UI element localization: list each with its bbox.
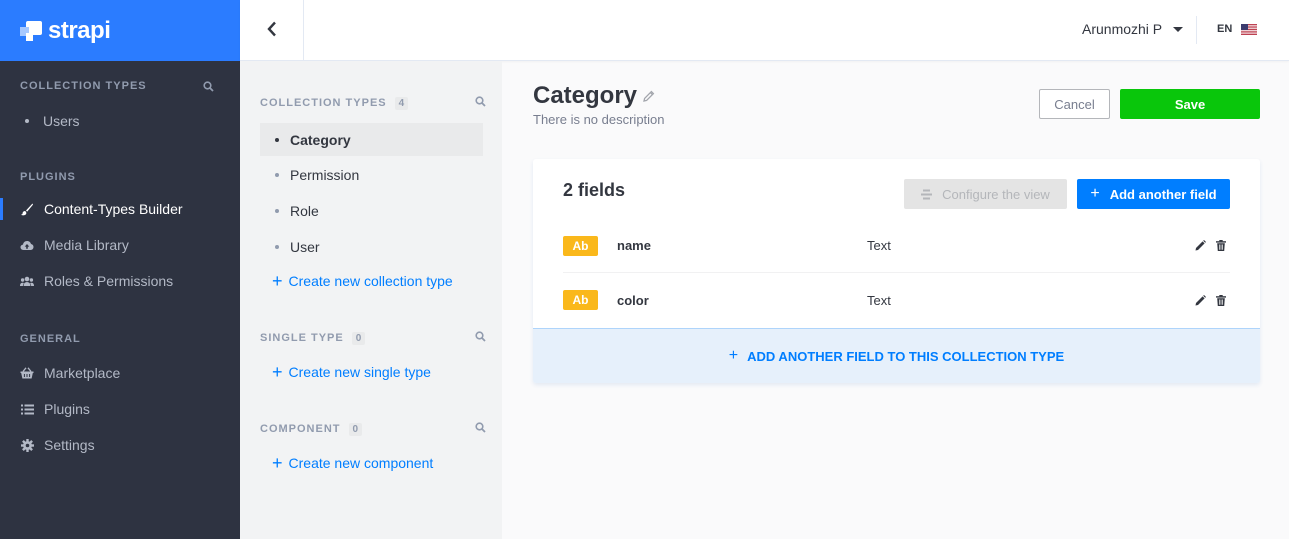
bullet-icon: [275, 244, 279, 249]
shopping-basket-icon: [20, 366, 34, 380]
plus-icon: +: [728, 347, 739, 364]
search-icon[interactable]: [203, 80, 214, 92]
page-title: Category: [533, 82, 655, 110]
fields-count: 2 fields: [563, 180, 626, 200]
create-component-link[interactable]: + Create new component: [272, 453, 433, 473]
plus-icon: +: [272, 453, 283, 473]
field-name: color: [617, 292, 649, 308]
fields-card: 2 fields Configure the view + Add anothe…: [533, 159, 1260, 383]
users-icon: [20, 274, 34, 288]
count-badge: 4: [394, 96, 409, 110]
add-field-button[interactable]: + Add another field: [1077, 179, 1230, 209]
us-flag-icon: [1241, 23, 1258, 35]
user-name: Arunmozhi P: [1082, 21, 1163, 37]
nav-section-plugins: PLUGINS Content-Types Builder Media Libr…: [0, 167, 240, 299]
nav-item-media-library[interactable]: Media Library: [0, 227, 240, 263]
bullet-icon: [275, 137, 279, 142]
layout-icon: [921, 189, 933, 200]
save-button[interactable]: Save: [1120, 89, 1260, 119]
chevron-left-icon: [266, 21, 277, 40]
search-icon[interactable]: [475, 331, 486, 345]
field-type-badge: Ab: [563, 290, 598, 310]
bullet-icon: [275, 172, 279, 177]
nav-item-plugins[interactable]: Plugins: [0, 391, 240, 427]
cloud-upload-icon: [20, 238, 34, 252]
nav-section-general: GENERAL Marketplace Plugins Settings: [0, 329, 240, 463]
nav-item-settings[interactable]: Settings: [0, 427, 240, 463]
count-badge: 0: [351, 331, 366, 345]
field-row[interactable]: Ab name Text: [563, 219, 1230, 273]
count-badge: 0: [348, 422, 363, 436]
brand-name: strapi: [48, 16, 111, 44]
page-description: There is no description: [533, 112, 665, 127]
nav-item-roles-permissions[interactable]: Roles & Permissions: [0, 263, 240, 299]
brand-logo[interactable]: strapi: [0, 0, 240, 61]
list-icon: [20, 402, 34, 416]
nav-section-title: GENERAL: [20, 333, 81, 345]
create-single-type-link[interactable]: + Create new single type: [272, 362, 431, 382]
nav-section-collection-types: COLLECTION TYPES Users: [0, 76, 240, 139]
field-type-badge: Ab: [563, 235, 598, 256]
field-type: Text: [867, 292, 891, 308]
pencil-icon[interactable]: [1195, 240, 1206, 251]
field-actions: [1185, 294, 1226, 306]
subnav-section-component: COMPONENT 0: [260, 422, 486, 436]
nav-section-title: PLUGINS: [20, 171, 76, 183]
add-field-bottom-button[interactable]: + ADD ANOTHER FIELD TO THIS COLLECTION T…: [533, 328, 1260, 383]
cancel-button[interactable]: Cancel: [1039, 89, 1110, 119]
bullet-icon: [25, 119, 29, 123]
search-icon[interactable]: [475, 96, 486, 110]
top-header: Arunmozhi P EN: [240, 0, 1289, 61]
main-sidebar: strapi COLLECTION TYPES Users PLUGINS Co…: [0, 0, 240, 539]
subnav-section-collection-types: COLLECTION TYPES 4: [260, 96, 486, 110]
field-name: name: [617, 238, 651, 253]
trash-icon[interactable]: [1216, 294, 1226, 306]
user-menu[interactable]: Arunmozhi P: [1082, 21, 1184, 37]
subnav-item-category[interactable]: Category: [260, 123, 483, 156]
field-actions: [1185, 240, 1226, 251]
trash-icon[interactable]: [1216, 240, 1226, 251]
gear-icon: [20, 438, 34, 452]
subnav-section-single-type: SINGLE TYPE 0: [260, 331, 486, 345]
subnav-item-permission[interactable]: Permission: [260, 158, 483, 191]
pencil-icon[interactable]: [1195, 294, 1206, 306]
plus-icon: +: [272, 362, 283, 382]
back-button[interactable]: [240, 0, 304, 60]
caret-down-icon: [1173, 26, 1184, 32]
pencil-icon[interactable]: [643, 90, 655, 102]
subnav-item-user[interactable]: User: [260, 230, 483, 263]
nav-section-title: COLLECTION TYPES: [0, 76, 240, 96]
bullet-icon: [275, 208, 279, 213]
field-row[interactable]: Ab color Text: [563, 273, 1230, 327]
paint-brush-icon: [20, 202, 34, 216]
language-picker[interactable]: EN: [1217, 23, 1258, 35]
plus-icon: +: [272, 271, 283, 291]
content-types-subnav: COLLECTION TYPES 4 Category Permission R…: [240, 61, 502, 539]
nav-item-marketplace[interactable]: Marketplace: [0, 355, 240, 391]
create-collection-type-link[interactable]: + Create new collection type: [272, 271, 453, 291]
search-icon[interactable]: [475, 422, 486, 436]
configure-view-button[interactable]: Configure the view: [904, 179, 1067, 209]
nav-item-content-types-builder[interactable]: Content-Types Builder: [0, 191, 240, 227]
language-code: EN: [1217, 23, 1233, 35]
subnav-item-role[interactable]: Role: [260, 194, 483, 227]
nav-item-users[interactable]: Users: [0, 103, 240, 139]
strapi-logo-icon: [20, 20, 42, 41]
field-type: Text: [867, 238, 891, 253]
header-divider: [1196, 16, 1197, 44]
plus-icon: +: [1090, 185, 1100, 202]
